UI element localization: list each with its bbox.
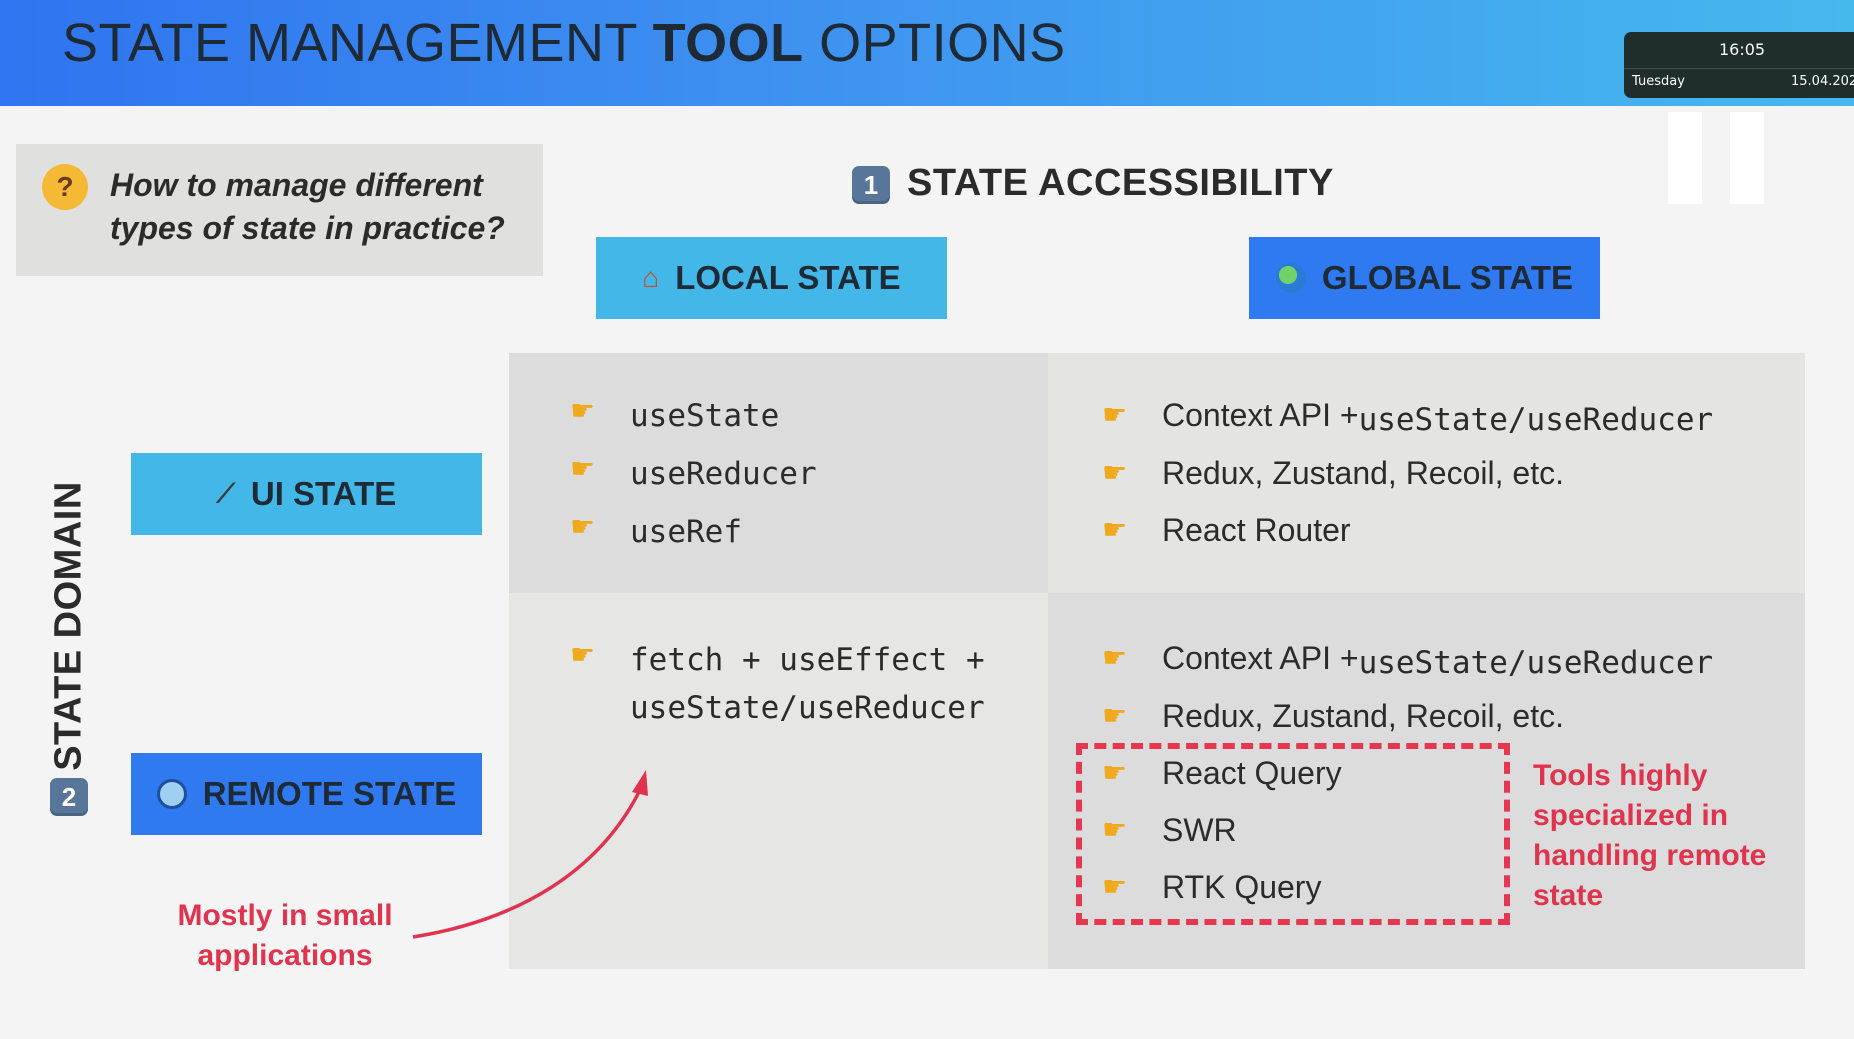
ui-state-text: UI STATE [250, 475, 397, 512]
item-text: React Router [1162, 512, 1351, 548]
pointing-hand-icon: ☛ [1102, 457, 1128, 488]
pointing-hand-icon: ☛ [570, 453, 596, 484]
pointing-hand-icon: ☛ [570, 511, 596, 542]
question-text: How to manage different types of state i… [110, 167, 505, 246]
small-apps-note: Mostly in small applications [177, 899, 393, 972]
specialized-tools-highlight [1076, 743, 1510, 925]
state-accessibility-title: STATE ACCESSIBILITY [907, 162, 1334, 204]
list-item: ☛ React Router [1102, 511, 1351, 549]
clock-day: Tuesday [1632, 74, 1685, 89]
remote-state-text: REMOTE STATE [202, 775, 457, 812]
pointing-hand-icon: ☛ [1102, 514, 1128, 545]
item-code: useState/useReducer [1358, 645, 1714, 681]
list-item: ☛ useState [570, 392, 779, 440]
remote-state-label: REMOTE STATE [131, 753, 482, 835]
list-item: ☛ Redux, Zustand, Recoil, etc. [1102, 454, 1564, 492]
pause-icon-bar-right [1730, 112, 1764, 204]
item-text: Context API + [1162, 397, 1359, 433]
state-domain-title: STATE DOMAIN [47, 481, 90, 771]
network-globe-icon [156, 779, 187, 809]
pointing-hand-icon: ☛ [570, 639, 596, 670]
list-item: ☛ Context API + useState/useReducer [1102, 639, 1713, 687]
clock-date: 15.04.202 [1791, 74, 1854, 89]
number-1-icon: 1 [852, 166, 890, 204]
list-item: ☛ useRef [570, 508, 742, 556]
magic-wand-icon: ⟋ [216, 478, 235, 508]
note-text-end: state [1533, 879, 1604, 912]
earth-globe-icon [1275, 263, 1306, 293]
item-text: Redux, Zustand, Recoil, etc. [1162, 698, 1564, 734]
clock-divider [1624, 68, 1854, 69]
number-2-icon: 2 [50, 778, 88, 816]
pointing-hand-icon: ☛ [570, 395, 596, 426]
item-text: useState [630, 398, 780, 434]
pause-icon-bar-left [1668, 112, 1702, 204]
title-part-2: OPTIONS [803, 13, 1066, 73]
item-text: Context API + [1162, 640, 1359, 676]
item-text: useReducer [630, 456, 817, 492]
clock-widget: 16:05 Tuesday 15.04.202 [1624, 32, 1854, 98]
title-bold: TOOL [652, 13, 804, 73]
item-text: Redux, Zustand, Recoil, etc. [1162, 455, 1564, 491]
list-item: ☛ useReducer [570, 450, 817, 498]
clock-time: 16:05 [1719, 40, 1766, 59]
list-item: ☛ fetch + useEffect + useState/useReduce… [570, 636, 985, 732]
item-code: useState/useReducer [1358, 402, 1714, 438]
global-state-label: GLOBAL STATE [1249, 237, 1600, 319]
list-item: ☛ Redux, Zustand, Recoil, etc. [1102, 697, 1564, 735]
pointing-hand-icon: ☛ [1102, 700, 1128, 731]
list-item: ☛ Context API + useState/useReducer [1102, 396, 1713, 444]
item-text-line-2: useState/useReducer [630, 690, 985, 726]
local-state-label: ⌂ LOCAL STATE [596, 237, 947, 319]
global-state-text: GLOBAL STATE [1321, 259, 1574, 296]
header-banner: STATE MANAGEMENT TOOL OPTIONS [0, 0, 1854, 106]
pointing-hand-icon: ☛ [1102, 642, 1128, 673]
title-part-1: STATE MANAGEMENT [62, 13, 653, 73]
pointing-hand-icon: ☛ [1102, 399, 1128, 430]
item-text-line-1: fetch + useEffect + [630, 642, 985, 678]
specialized-tools-note: Tools highly specialized in handling rem… [1533, 756, 1793, 916]
thinking-face-icon: ? [42, 164, 88, 210]
ui-state-label: ⟋ UI STATE [131, 453, 482, 535]
page-title: STATE MANAGEMENT TOOL OPTIONS [62, 12, 1066, 74]
house-icon: ⌂ [642, 262, 660, 293]
local-state-text: LOCAL STATE [675, 259, 901, 296]
note-bold: remote [1666, 839, 1767, 872]
item-text: useRef [630, 514, 742, 550]
